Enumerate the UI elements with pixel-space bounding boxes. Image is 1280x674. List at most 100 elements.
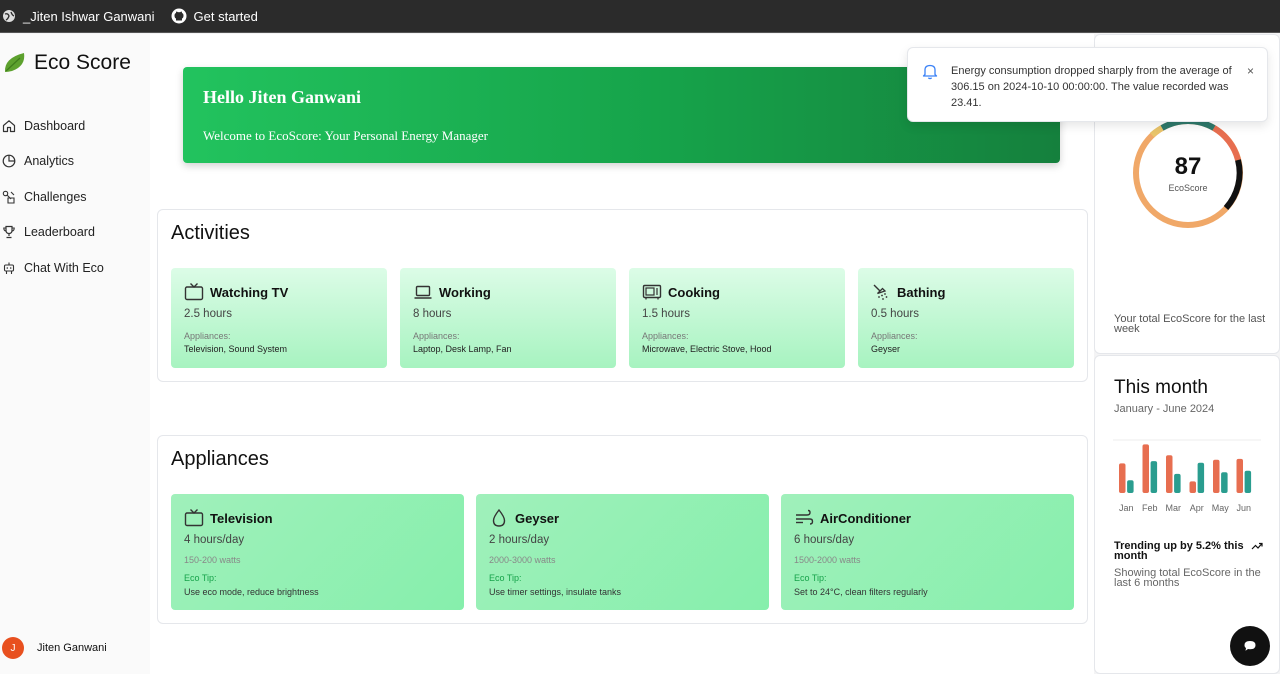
appliance-watts: 1500-2000 watts (794, 555, 861, 565)
monthly-range: January - June 2024 (1114, 403, 1215, 415)
appliance-card-television[interactable]: Television 4 hours/day 150-200 watts Eco… (171, 494, 464, 610)
welcome-subtitle: Welcome to EcoScore: Your Personal Energ… (203, 128, 489, 143)
github-label: Get started (193, 8, 258, 24)
x-tick-label: Jun (1237, 503, 1252, 513)
monthly-title: This month (1114, 377, 1208, 398)
leaf-logo-icon (4, 53, 25, 72)
right-panel: 87 EcoScore Your total EcoScore for the … (1094, 34, 1280, 674)
appliances-label: Appliances: (642, 331, 689, 341)
tv-icon (184, 509, 204, 527)
chat-button[interactable] (1230, 626, 1270, 666)
bar-apr-2[interactable] (1197, 462, 1205, 493)
bar-jan-1[interactable] (1119, 463, 1126, 493)
appliance-watts: 2000-3000 watts (489, 555, 556, 565)
x-tick-label: Feb (1142, 503, 1158, 513)
globe-icon (3, 10, 15, 22)
activity-name: Working (439, 284, 491, 300)
appliances-label: Appliances: (413, 331, 460, 341)
eco-tip: Use timer settings, insulate tanks (489, 587, 622, 597)
x-tick-label: Apr (1190, 503, 1204, 513)
wind-icon (796, 509, 814, 525)
card-header: Television (184, 508, 273, 528)
sidebar-item-dashboard[interactable]: Dashboard (2, 108, 104, 144)
activity-card-cooking[interactable]: Cooking 1.5 hours Appliances: Microwave,… (629, 268, 845, 368)
activity-appliances: Microwave, Electric Stove, Hood (642, 344, 772, 354)
toast-message: Energy consumption dropped sharply from … (951, 65, 1232, 109)
activity-hours: 8 hours (413, 308, 452, 320)
activity-hours: 1.5 hours (642, 308, 690, 320)
activity-hours: 2.5 hours (184, 308, 232, 320)
ecoscore-label: EcoScore (1168, 183, 1208, 193)
sidebar-item-analytics[interactable]: Analytics (2, 144, 104, 180)
appliance-name: Television (210, 510, 273, 526)
appliance-name: AirConditioner (820, 510, 911, 526)
appliances-title: Appliances (171, 448, 269, 470)
bar-jun-1[interactable] (1236, 458, 1244, 493)
activity-card-working[interactable]: Working 8 hours Appliances: Laptop, Desk… (400, 268, 616, 368)
monthly-bar-chart: Jan Feb Mar Apr May Jun (1113, 439, 1261, 513)
appliances-section: Appliances Television 4 hours/day 150-20… (157, 435, 1088, 624)
bar-jan-2[interactable] (1127, 480, 1134, 493)
ecoscore-description: Your total EcoScore for the last week (1114, 313, 1266, 335)
bar-mar-1[interactable] (1166, 455, 1173, 493)
card-header: Working (413, 282, 491, 302)
ecoscore-value: 87 (1174, 153, 1202, 180)
bar-may-1[interactable] (1213, 459, 1220, 493)
sidebar-item-label: Leaderboard (24, 225, 95, 240)
activities-title: Activities (171, 222, 250, 244)
laptop-icon (414, 285, 432, 299)
bar-may-2[interactable] (1221, 472, 1228, 493)
activity-appliances: Geyser (871, 344, 901, 354)
profile-link[interactable]: _Jiten Ishwar Ganwani (2, 9, 155, 24)
eco-tip: Set to 24°C, clean filters regularly (794, 587, 928, 597)
bar-feb-1[interactable] (1142, 444, 1150, 493)
main-content: Hello Jiten Ganwani Welcome to EcoScore:… (150, 34, 1094, 674)
github-link[interactable]: Get started (171, 8, 258, 24)
sidebar-item-chat-with-eco[interactable]: Chat With Eco (2, 250, 104, 286)
bar-feb-2[interactable] (1150, 461, 1158, 493)
droplet-icon (492, 508, 506, 527)
brand[interactable]: Eco Score (2, 50, 131, 76)
bar-apr-1[interactable] (1189, 481, 1197, 493)
appliance-usage: 2 hours/day (489, 534, 550, 546)
x-tick-label: Jan (1119, 503, 1134, 513)
activities-section: Activities Watching TV 2.5 hours Applian… (157, 209, 1088, 382)
appliance-card-geyser[interactable]: Geyser 2 hours/day 2000-3000 watts Eco T… (476, 494, 769, 610)
home-icon (2, 119, 16, 132)
eco-tip-label: Eco Tip: (184, 573, 217, 583)
sidebar-item-leaderboard[interactable]: Leaderboard (2, 215, 104, 251)
activity-card-watching-tv[interactable]: Watching TV 2.5 hours Appliances: Televi… (171, 268, 387, 368)
browser-toolbar: _Jiten Ishwar Ganwani Get started (0, 0, 1280, 33)
appliance-card-airconditioner[interactable]: AirConditioner 6 hours/day 1500-2000 wat… (781, 494, 1074, 610)
eco-tip-label: Eco Tip: (489, 573, 522, 583)
user-profile[interactable]: J Jiten Ganwani (2, 637, 107, 659)
activity-card-bathing[interactable]: Bathing 0.5 hours Appliances: Geyser (858, 268, 1074, 368)
eco-tip-label: Eco Tip: (794, 573, 827, 583)
appliance-usage: 6 hours/day (794, 534, 855, 546)
toast-close-button[interactable]: × (1247, 64, 1254, 78)
card-header: Cooking (642, 282, 720, 302)
shower-icon (873, 284, 888, 300)
activity-name: Cooking (668, 284, 720, 300)
activity-appliances: Television, Sound System (184, 344, 288, 354)
pie-chart-icon (2, 154, 16, 168)
activity-appliances: Laptop, Desk Lamp, Fan (413, 344, 512, 354)
tv-icon (184, 283, 204, 301)
sidebar-item-label: Analytics (24, 154, 75, 169)
sidebar-item-label: Dashboard (24, 118, 86, 133)
trending-up-icon (1251, 542, 1263, 550)
bar-jun-2[interactable] (1244, 470, 1252, 493)
bell-icon (922, 64, 938, 80)
x-tick-label: Mar (1166, 503, 1182, 513)
welcome-title: Hello Jiten Ganwani (203, 87, 362, 107)
puzzle-icon (2, 190, 15, 204)
activity-hours: 0.5 hours (871, 308, 919, 320)
user-name: Jiten Ganwani (37, 642, 107, 654)
bar-mar-2[interactable] (1174, 473, 1181, 493)
x-tick-label: May (1212, 503, 1230, 513)
appliance-name: Geyser (515, 510, 560, 526)
profile-label: _Jiten Ishwar Ganwani (23, 8, 155, 24)
microwave-icon (642, 284, 662, 300)
card-header: AirConditioner (794, 508, 911, 528)
sidebar-item-challenges[interactable]: Challenges (2, 179, 104, 215)
